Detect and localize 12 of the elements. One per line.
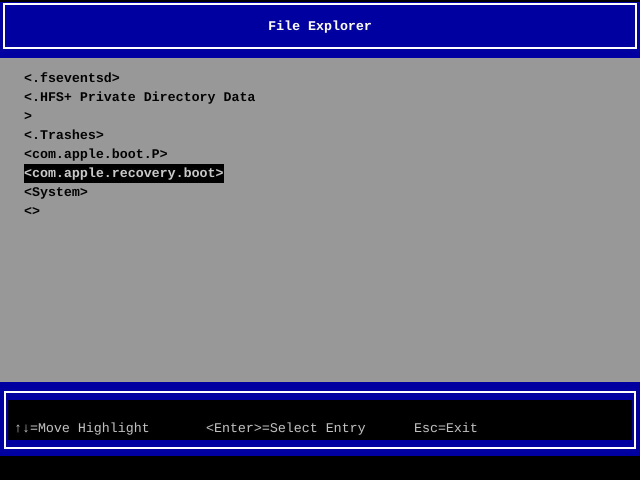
list-entry[interactable]: <com.apple.boot.P> xyxy=(24,145,168,164)
list-entry[interactable]: > xyxy=(24,107,32,126)
list-entry[interactable]: <> xyxy=(24,202,40,221)
key-hint: Esc=Exit xyxy=(414,420,478,438)
list-entry[interactable]: <.HFS+ Private Directory Data xyxy=(24,88,256,107)
window-title: File Explorer xyxy=(268,18,372,34)
list-entry[interactable]: <.Trashes> xyxy=(24,126,104,145)
key-hint: ↑↓=Move Highlight xyxy=(14,420,151,438)
list-entry[interactable]: <com.apple.recovery.boot> xyxy=(24,164,224,183)
key-hint: <Enter>=Select Entry xyxy=(206,420,367,438)
list-entry[interactable]: <.fseventsd> xyxy=(24,69,120,88)
list-entry[interactable]: <System> xyxy=(24,183,88,202)
